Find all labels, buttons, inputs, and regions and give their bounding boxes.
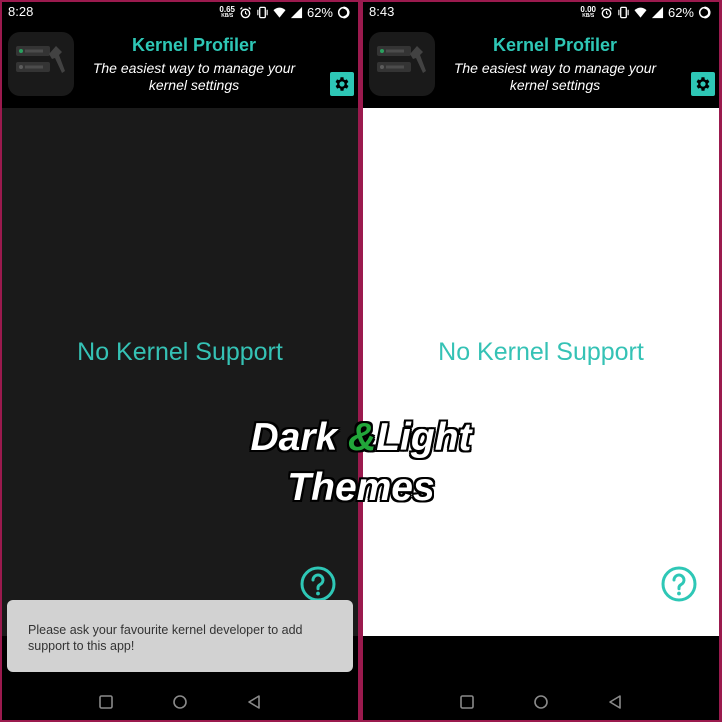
net-speed-value: 0.65 (219, 4, 235, 14)
wifi-icon (634, 7, 647, 18)
app-header: Kernel Profiler The easiest way to manag… (363, 22, 719, 108)
vibrate-icon (257, 6, 268, 18)
recent-apps-icon[interactable] (459, 694, 475, 710)
signal-icon (290, 6, 303, 18)
net-speed-indicator: 0.00 KB/S (580, 4, 596, 19)
navigation-bar (363, 682, 719, 720)
battery-percent: 62% (667, 4, 694, 20)
gear-icon (696, 77, 710, 91)
home-icon[interactable] (533, 694, 549, 710)
settings-button[interactable] (691, 72, 715, 96)
app-title: Kernel Profiler (492, 35, 618, 55)
battery-icon (337, 5, 350, 19)
app-subtitle-line2: kernel settings (509, 77, 601, 93)
app-subtitle: The easiest way to manage your kernel se… (2, 60, 358, 94)
signal-icon (651, 6, 664, 18)
alarm-icon (600, 6, 613, 18)
app-subtitle-line1: The easiest way to manage your (92, 60, 296, 76)
app-header: Kernel Profiler The easiest way to manag… (2, 22, 358, 108)
net-speed-unit: KB/S (582, 12, 595, 19)
help-circle-icon[interactable] (300, 566, 336, 602)
net-speed-unit: KB/S (221, 12, 234, 19)
back-icon[interactable] (607, 694, 623, 710)
net-speed-indicator: 0.65 KB/S (219, 4, 235, 19)
app-subtitle: The easiest way to manage your kernel se… (363, 60, 719, 94)
back-icon[interactable] (246, 694, 262, 710)
gear-icon (335, 77, 349, 91)
app-subtitle-line1: The easiest way to manage your (453, 60, 657, 76)
alarm-icon (239, 6, 252, 18)
light-theme-screen: 8:43 0.00 KB/S 62% Kernel Profiler The e… (363, 2, 719, 720)
app-subtitle-line2: kernel settings (148, 77, 240, 93)
snackbar-message: Please ask your favourite kernel develop… (7, 600, 353, 672)
status-bar: 8:28 0.65 KB/S 62% (2, 2, 358, 22)
home-icon[interactable] (172, 694, 188, 710)
main-content: No Kernel Support (363, 108, 719, 636)
battery-percent: 62% (306, 4, 333, 20)
help-circle-icon[interactable] (661, 566, 697, 602)
no-kernel-support-message: No Kernel Support (438, 338, 644, 366)
app-title: Kernel Profiler (131, 35, 257, 55)
vibrate-icon (618, 6, 629, 18)
status-time: 8:28 (8, 4, 34, 19)
battery-icon (698, 5, 711, 19)
net-speed-value: 0.00 (580, 4, 596, 14)
dark-theme-screen: 8:28 0.65 KB/S 62% Kernel Profiler The e… (2, 2, 358, 720)
recent-apps-icon[interactable] (98, 694, 114, 710)
no-kernel-support-message: No Kernel Support (77, 338, 283, 366)
wifi-icon (273, 7, 286, 18)
navigation-bar (2, 682, 358, 720)
status-bar: 8:43 0.00 KB/S 62% (363, 2, 719, 22)
status-time: 8:43 (369, 4, 395, 19)
main-content: No Kernel Support (2, 108, 358, 636)
settings-button[interactable] (330, 72, 354, 96)
